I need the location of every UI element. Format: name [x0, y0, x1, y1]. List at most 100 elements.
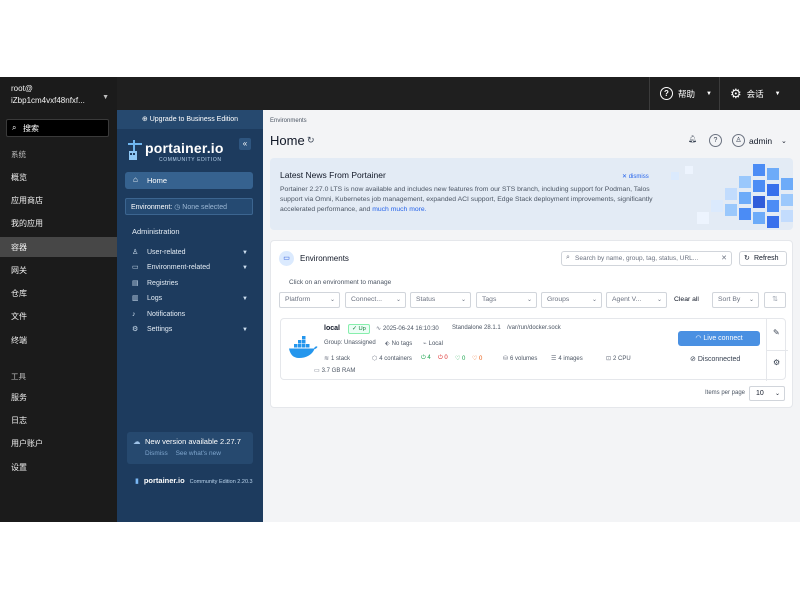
location-label: Local: [428, 341, 443, 347]
gear-icon[interactable]: ⚙: [773, 358, 780, 367]
upgrade-button[interactable]: ⊕ Upgrade to Business Edition: [117, 110, 263, 129]
host-item-repository[interactable]: 仓库: [0, 283, 117, 303]
heartbeat-timestamp: ∿ 2025-06-24 16:10:30: [376, 325, 439, 332]
help-label: 帮助: [678, 88, 696, 99]
bell-icon[interactable]: 🔔︎: [686, 134, 699, 147]
filter-groups[interactable]: Groups ⌄: [541, 292, 602, 308]
portainer-logo[interactable]: portainer.io COMMUNITY EDITION: [127, 138, 247, 164]
stopped-label: 0: [444, 355, 448, 361]
host-user-line2: iZbp1cm4vxf48nfxf...: [11, 96, 85, 105]
host-item-user-accounts[interactable]: 用户账户: [0, 433, 117, 453]
sort-by-select[interactable]: Sort By ⌄: [712, 292, 759, 308]
refresh-button[interactable]: ↻ Refresh: [739, 251, 787, 266]
container-icon: ⬡: [372, 356, 378, 362]
brand-name: portainer.io: [145, 140, 224, 156]
host-item-settings[interactable]: 设置: [0, 457, 117, 477]
host-item-terminal[interactable]: 终端: [0, 330, 117, 350]
search-icon: ⌕: [566, 254, 570, 261]
sidebar-item-notifications[interactable]: ♪ Notifications: [132, 309, 250, 323]
filter-agent-version[interactable]: Agent V... ⌄: [606, 292, 667, 308]
manage-hint: Click on an environment to manage: [289, 279, 392, 286]
footer-brand: portainer.io: [143, 476, 185, 485]
unhealthy-label: 0: [479, 356, 483, 362]
sidebar-item-home[interactable]: ⌂ Home: [125, 172, 253, 189]
session-button[interactable]: ⚙ 会话 ▼: [719, 77, 791, 110]
host-item-containers[interactable]: 容器: [0, 237, 117, 257]
sidebar-item-label: Environment-related: [147, 264, 211, 271]
gear-icon: ⚙: [730, 86, 742, 101]
host-item-my-apps[interactable]: 我的应用: [0, 213, 117, 233]
host-section-system: 系统: [11, 150, 26, 159]
user-avatar-icon[interactable]: ♙: [732, 134, 745, 147]
chevron-down-icon[interactable]: ⌄: [781, 137, 787, 145]
environment-selector[interactable]: Environment: ◷ None selected: [125, 198, 253, 215]
edit-icon[interactable]: ✎: [773, 328, 780, 337]
refresh-icon: ↻: [744, 255, 750, 262]
sidebar-footer: ▮ portainer.io Community Edition 2.20.3: [135, 476, 253, 485]
filter-status[interactable]: Status ⌄: [410, 292, 471, 308]
items-per-page-value: 10: [756, 390, 764, 397]
activity-icon: ∿: [376, 326, 382, 332]
news-body-text: Portainer 2.27.0 LTS is now available an…: [280, 186, 653, 213]
user-menu[interactable]: admin: [749, 136, 772, 146]
help-button[interactable]: ? 帮助 ▼: [649, 77, 722, 110]
environment-version: Standalone 28.1.1: [452, 325, 501, 331]
news-dismiss-label: dismiss: [628, 174, 649, 180]
sidebar-item-environment-related[interactable]: ▭ Environment-related ▼: [132, 262, 250, 276]
stack-icon: ≋: [324, 356, 330, 362]
wifi-off-icon: ⊘: [690, 356, 696, 363]
dismiss-version-link[interactable]: Dismiss: [145, 450, 168, 457]
filter-label: Tags: [482, 296, 497, 303]
refresh-icon[interactable]: ↻: [307, 135, 315, 146]
news-more-link[interactable]: much much more.: [372, 206, 426, 213]
help-icon[interactable]: ?: [709, 134, 722, 147]
sidebar-item-registries[interactable]: ▤ Registries: [132, 278, 250, 292]
sidebar-item-settings[interactable]: ⚙ Settings ▼: [132, 324, 250, 338]
bell-icon: ♪: [132, 311, 136, 318]
upgrade-icon: ⊕: [141, 116, 148, 123]
sort-order-button[interactable]: ⇅: [764, 292, 786, 308]
host-user-menu[interactable]: root@ iZbp1cm4vxf48nfxf... ▼: [11, 83, 111, 107]
clear-search-icon[interactable]: ✕: [721, 254, 727, 262]
portainer-logo-icon: ▮: [135, 478, 139, 485]
sidebar-item-user-related[interactable]: ♙ User-related ▼: [132, 247, 250, 261]
filter-label: Agent V...: [612, 296, 642, 303]
environment-row[interactable]: local ✓ Up ∿ 2025-06-24 16:10:30 Standalo…: [280, 318, 788, 381]
stacks-count: ≋ 1 stack: [324, 355, 350, 362]
host-item-logs[interactable]: 日志: [0, 410, 117, 430]
live-connect-button[interactable]: ◠ Live connect: [678, 331, 760, 346]
news-banner: Latest News From Portainer ✕ dismiss Por…: [270, 158, 793, 230]
user-icon: ♙: [132, 249, 139, 256]
whats-new-link[interactable]: See what's new: [176, 450, 221, 457]
host-item-gateway[interactable]: 网关: [0, 260, 117, 280]
host-item-app-store[interactable]: 应用商店: [0, 190, 117, 210]
home-icon: ⌂: [133, 175, 138, 184]
sidebar-item-label: Logs: [147, 295, 163, 302]
live-connect-label: Live connect: [703, 335, 743, 342]
filter-connection[interactable]: Connect... ⌄: [345, 292, 406, 308]
filter-platform[interactable]: Platform ⌄: [279, 292, 340, 308]
filter-tags[interactable]: Tags ⌄: [476, 292, 537, 308]
collapse-sidebar-button[interactable]: «: [239, 138, 251, 150]
host-item-files[interactable]: 文件: [0, 306, 117, 326]
connection-status: ⊘ Disconnected: [690, 355, 740, 363]
host-item-overview[interactable]: 概览: [0, 167, 117, 187]
chevron-down-icon: ⌄: [774, 391, 780, 397]
host-search-label: 搜索: [23, 124, 39, 133]
new-version-banner: ☁ New version available 2.27.7 Dismiss S…: [127, 432, 253, 464]
sidebar-item-logs[interactable]: ▥ Logs ▼: [132, 293, 250, 307]
wifi-icon: ◠: [695, 335, 702, 342]
items-per-page-select[interactable]: 10 ⌄: [749, 386, 785, 401]
environment-icon: ▭: [132, 264, 139, 271]
stopped-count: ⏻ 0: [438, 355, 448, 361]
host-search-input[interactable]: ⌕ 搜索: [6, 119, 109, 137]
row-tools: ✎ ⚙: [766, 319, 788, 381]
sidebar-item-label: User-related: [147, 249, 186, 256]
host-item-services[interactable]: 服务: [0, 387, 117, 407]
news-dismiss-link[interactable]: ✕ dismiss: [622, 173, 649, 180]
environments-title: Environments: [300, 254, 349, 263]
chevron-down-icon: ⌄: [460, 297, 466, 303]
news-body: Portainer 2.27.0 LTS is now available an…: [280, 185, 665, 215]
environment-search-input[interactable]: ⌕ Search by name, group, tag, status, UR…: [561, 251, 732, 266]
clear-all-filters-button[interactable]: Clear all: [674, 296, 699, 303]
